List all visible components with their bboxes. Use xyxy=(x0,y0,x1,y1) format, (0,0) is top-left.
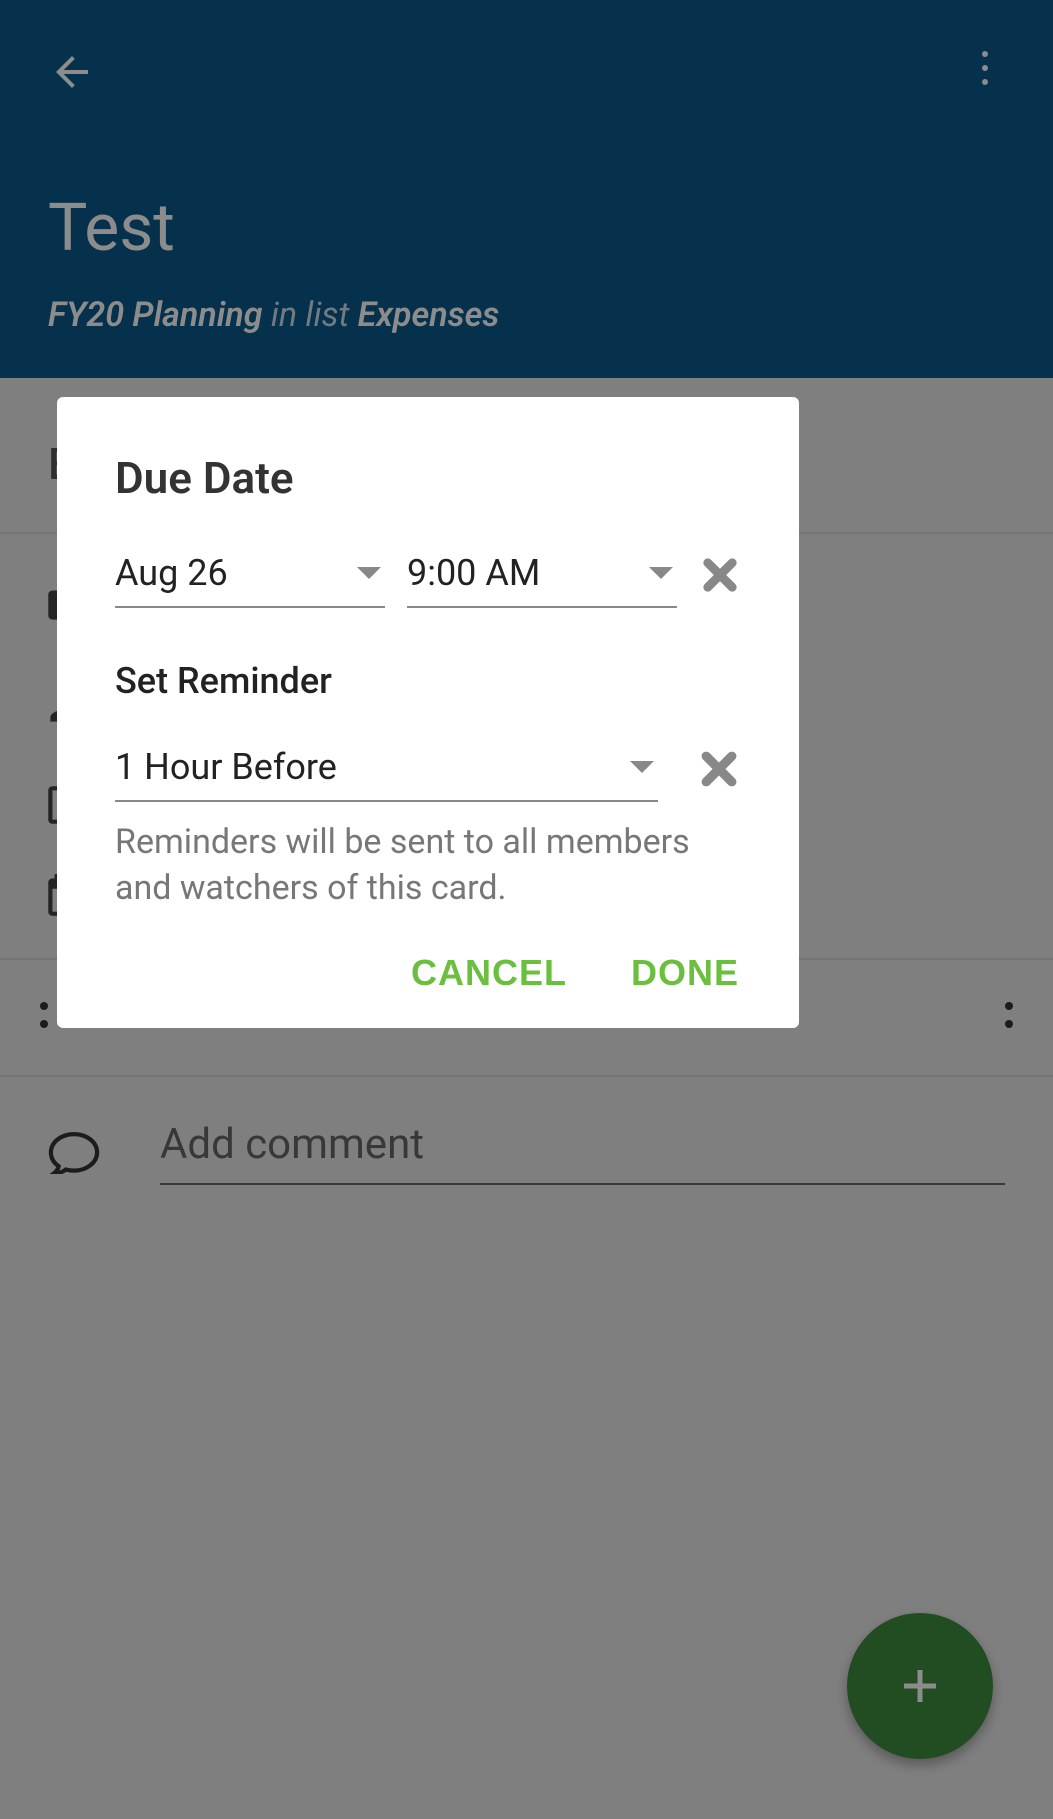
reminder-label: Set Reminder xyxy=(115,660,741,702)
screen: Test FY20 Planning in list Expenses E Ad… xyxy=(0,0,1053,1819)
chevron-down-icon xyxy=(357,567,381,579)
reminder-value: 1 Hour Before xyxy=(115,746,337,788)
clear-reminder-icon[interactable] xyxy=(697,747,741,791)
reminder-helper-text: Reminders will be sent to all members an… xyxy=(115,820,741,912)
reminder-select[interactable]: 1 Hour Before xyxy=(115,746,658,802)
chevron-down-icon xyxy=(649,567,673,579)
date-value: Aug 26 xyxy=(115,552,228,594)
dialog-title: Due Date xyxy=(115,452,741,504)
time-value: 9:00 AM xyxy=(407,552,540,594)
dialog-actions: CANCEL DONE xyxy=(115,952,741,994)
time-select[interactable]: 9:00 AM xyxy=(407,552,677,608)
reminder-row: 1 Hour Before xyxy=(115,746,741,802)
due-date-dialog: Due Date Aug 26 9:00 AM Set Reminder 1 H… xyxy=(57,397,799,1028)
cancel-button[interactable]: CANCEL xyxy=(411,952,567,994)
chevron-down-icon xyxy=(630,761,654,773)
date-select[interactable]: Aug 26 xyxy=(115,552,385,608)
clear-date-icon[interactable] xyxy=(699,553,741,597)
done-button[interactable]: DONE xyxy=(631,952,739,994)
date-time-row: Aug 26 9:00 AM xyxy=(115,552,741,608)
